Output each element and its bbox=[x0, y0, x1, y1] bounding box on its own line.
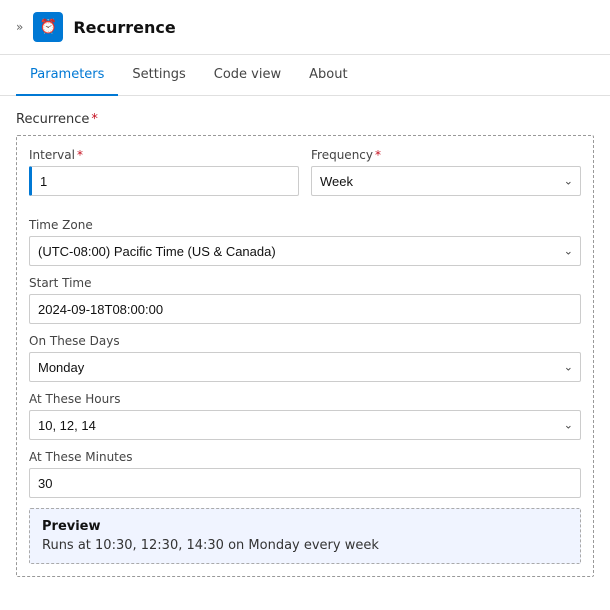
frequency-group: Frequency* Second Minute Hour Day Week M… bbox=[311, 148, 581, 196]
tab-bar: Parameters Settings Code view About bbox=[0, 55, 610, 96]
tab-code-view[interactable]: Code view bbox=[200, 55, 295, 96]
time-zone-select-wrapper: (UTC-08:00) Pacific Time (US & Canada) ⌄ bbox=[29, 236, 581, 266]
on-these-days-group: On These Days Monday Tuesday Wednesday T… bbox=[29, 334, 581, 382]
at-these-hours-select[interactable]: 10, 12, 14 bbox=[29, 410, 581, 440]
on-these-days-select[interactable]: Monday Tuesday Wednesday Thursday Friday… bbox=[29, 352, 581, 382]
app-icon: ⏰ bbox=[33, 12, 63, 42]
at-these-hours-label: At These Hours bbox=[29, 392, 581, 406]
frequency-select[interactable]: Second Minute Hour Day Week Month bbox=[311, 166, 581, 196]
time-zone-select[interactable]: (UTC-08:00) Pacific Time (US & Canada) bbox=[29, 236, 581, 266]
start-time-label: Start Time bbox=[29, 276, 581, 290]
at-these-hours-select-wrapper: 10, 12, 14 ⌄ bbox=[29, 410, 581, 440]
tab-settings[interactable]: Settings bbox=[118, 55, 199, 96]
start-time-group: Start Time bbox=[29, 276, 581, 324]
clock-icon: ⏰ bbox=[40, 19, 57, 35]
section-label: Recurrence* bbox=[16, 112, 594, 127]
at-these-minutes-group: At These Minutes bbox=[29, 450, 581, 498]
required-star: * bbox=[91, 112, 98, 127]
start-time-input[interactable] bbox=[29, 294, 581, 324]
expand-icon[interactable]: » bbox=[16, 20, 23, 34]
time-zone-label: Time Zone bbox=[29, 218, 581, 232]
on-these-days-select-wrapper: Monday Tuesday Wednesday Thursday Friday… bbox=[29, 352, 581, 382]
time-zone-group: Time Zone (UTC-08:00) Pacific Time (US &… bbox=[29, 218, 581, 266]
header: » ⏰ Recurrence bbox=[0, 0, 610, 55]
page-title: Recurrence bbox=[73, 18, 175, 37]
interval-group: Interval* bbox=[29, 148, 299, 196]
frequency-select-wrapper: Second Minute Hour Day Week Month ⌄ bbox=[311, 166, 581, 196]
main-content: Recurrence* Interval* Frequency* bbox=[0, 96, 610, 593]
frequency-label: Frequency* bbox=[311, 148, 581, 162]
at-these-minutes-input[interactable] bbox=[29, 468, 581, 498]
interval-frequency-row: Interval* Frequency* Second Minute Hour … bbox=[29, 148, 581, 206]
tab-about[interactable]: About bbox=[295, 55, 361, 96]
at-these-hours-group: At These Hours 10, 12, 14 ⌄ bbox=[29, 392, 581, 440]
tab-parameters[interactable]: Parameters bbox=[16, 55, 118, 96]
interval-label: Interval* bbox=[29, 148, 299, 162]
interval-input[interactable] bbox=[29, 166, 299, 196]
preview-box: Preview Runs at 10:30, 12:30, 14:30 on M… bbox=[29, 508, 581, 564]
preview-text: Runs at 10:30, 12:30, 14:30 on Monday ev… bbox=[42, 538, 568, 553]
preview-title: Preview bbox=[42, 519, 568, 534]
interval-input-wrapper bbox=[29, 166, 299, 196]
on-these-days-label: On These Days bbox=[29, 334, 581, 348]
recurrence-form-box: Interval* Frequency* Second Minute Hour … bbox=[16, 135, 594, 577]
at-these-minutes-label: At These Minutes bbox=[29, 450, 581, 464]
